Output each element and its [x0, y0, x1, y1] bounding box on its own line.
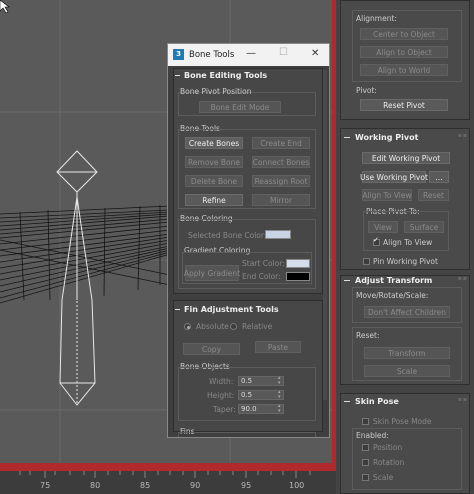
- reset-group: [352, 327, 462, 381]
- bone-editing-tools-title: Bone Editing Tools: [184, 71, 268, 80]
- ruler-label: 85: [140, 481, 151, 490]
- use-working-pivot-button[interactable]: Use Working Pivot: [360, 171, 428, 183]
- skin-pose-title: Skin Pose: [355, 396, 399, 406]
- ruler-label: 100: [289, 481, 305, 490]
- pin-working-pivot-label: Pin Working Pivot: [373, 257, 438, 266]
- bone-tools-dialog[interactable]: 3 Bone Tools — ☐ ✕ Bone Editing Tools Bo…: [167, 43, 330, 438]
- alignment-group: [352, 10, 462, 82]
- adjust-transform-header[interactable]: Adjust Transform ▪▪: [344, 273, 470, 287]
- adjust-transform-title: Adjust Transform: [355, 275, 433, 285]
- align-to-view-button[interactable]: Align To View: [362, 189, 412, 201]
- edit-working-pivot-button[interactable]: Edit Working Pivot: [362, 152, 450, 164]
- connect-bones-button[interactable]: Connect Bones: [252, 156, 310, 168]
- close-icon[interactable]: ✕: [311, 48, 319, 59]
- align-to-view-checkbox[interactable]: [373, 236, 380, 246]
- reset-pivot-button[interactable]: Reset Pivot: [360, 99, 448, 111]
- minimize-icon[interactable]: —: [246, 48, 256, 59]
- bone-tools-scrollbar[interactable]: [323, 70, 327, 400]
- fin-paste-button[interactable]: Paste: [255, 341, 301, 353]
- height-label: Height:: [207, 391, 235, 400]
- skin-pose-header[interactable]: Skin Pose ▪▪: [344, 394, 470, 408]
- skin-pose-position-checkbox[interactable]: [362, 444, 369, 451]
- refine-button[interactable]: Refine: [185, 194, 243, 206]
- command-panel: Alignment: Center to Object Align to Obj…: [336, 0, 474, 494]
- viewport-active-border-bottom: [0, 463, 336, 471]
- place-pivot-surface-button[interactable]: Surface: [404, 221, 444, 233]
- mouse-cursor-icon: [0, 0, 10, 14]
- skin-pose-rotation-checkbox[interactable]: [362, 459, 369, 466]
- fin-adjustment-tools-title: Fin Adjustment Tools: [184, 305, 279, 314]
- app-logo-icon: 3: [173, 49, 184, 60]
- end-color-swatch[interactable]: [286, 272, 310, 281]
- absolute-radio[interactable]: [184, 323, 191, 330]
- skin-pose-rotation-label: Rotation: [373, 458, 405, 467]
- taper-spinner[interactable]: 90.0: [238, 404, 284, 414]
- height-spinner[interactable]: 0.5: [238, 390, 284, 400]
- relative-label: Relative: [242, 322, 273, 331]
- create-bones-button[interactable]: Create Bones: [185, 137, 243, 149]
- skin-pose-scale-label: Scale: [373, 473, 394, 482]
- ruler-label: 75: [40, 481, 51, 490]
- working-pivot-header[interactable]: Working Pivot ▪▪: [344, 130, 470, 144]
- width-spinner[interactable]: 0.5: [238, 376, 284, 386]
- working-pivot-more-button[interactable]: ...: [429, 171, 449, 183]
- apply-gradient-button[interactable]: Apply Gradient: [184, 265, 240, 281]
- ruler-ticks: [19, 471, 311, 478]
- relative-radio[interactable]: [230, 323, 237, 330]
- align-to-view-check-label: Align To View: [383, 238, 433, 247]
- maximize-icon[interactable]: ☐: [279, 47, 288, 58]
- delete-bone-button[interactable]: Delete Bone: [185, 175, 243, 187]
- bone-tools-title: Bone Tools: [189, 50, 235, 60]
- end-color-label: End Color:: [242, 272, 281, 281]
- fins-group: [178, 432, 316, 437]
- move-rotate-scale-group: [352, 287, 462, 323]
- bone-editing-tools-header[interactable]: Bone Editing Tools: [175, 71, 267, 80]
- fin-adjustment-tools-header[interactable]: Fin Adjustment Tools: [175, 305, 279, 314]
- timeline-ruler[interactable]: 75 80 85 90 95 100: [0, 471, 336, 494]
- remove-bone-button[interactable]: Remove Bone: [185, 156, 243, 168]
- skin-pose-mode-label: Skin Pose Mode: [373, 417, 432, 426]
- start-color-swatch[interactable]: [286, 259, 310, 268]
- start-color-label: Start Color:: [242, 259, 285, 268]
- selected-bone-color-label: Selected Bone Color:: [188, 231, 267, 240]
- ruler-label: 80: [90, 481, 101, 490]
- pivot-label: Pivot:: [356, 86, 377, 95]
- absolute-label: Absolute: [196, 322, 229, 331]
- pin-working-pivot-checkbox[interactable]: [363, 258, 370, 265]
- fin-copy-button[interactable]: Copy: [183, 343, 240, 355]
- skin-pose-scale-checkbox[interactable]: [362, 474, 369, 481]
- create-end-button[interactable]: Create End: [252, 137, 310, 149]
- taper-label: Taper:: [213, 405, 236, 414]
- bone-tools-titlebar[interactable]: 3 Bone Tools — ☐ ✕: [168, 44, 329, 66]
- mirror-button[interactable]: Mirror: [252, 194, 310, 206]
- working-pivot-reset-button[interactable]: Reset: [418, 189, 449, 201]
- ruler-label: 95: [241, 481, 252, 490]
- width-label: Width:: [209, 377, 234, 386]
- skin-pose-mode-checkbox[interactable]: [362, 418, 369, 425]
- ruler-label: 90: [190, 481, 201, 490]
- bone-tools-body: Bone Editing Tools Bone Pivot Position B…: [168, 66, 329, 437]
- skin-pose-position-label: Position: [373, 443, 403, 452]
- bone-pivot-position-label: Bone Pivot Position: [180, 87, 252, 96]
- selected-bone-color-swatch[interactable]: [265, 230, 291, 239]
- working-pivot-title: Working Pivot: [355, 132, 419, 142]
- bone-edit-mode-button[interactable]: Bone Edit Mode: [199, 101, 281, 113]
- place-pivot-view-button[interactable]: View: [368, 221, 398, 233]
- reassign-root-button[interactable]: Reassign Root: [252, 175, 310, 187]
